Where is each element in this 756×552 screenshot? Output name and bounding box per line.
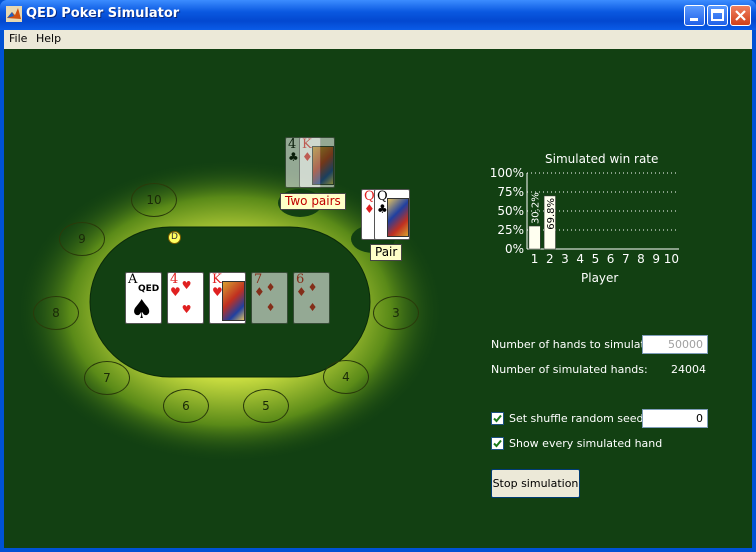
x-tick-label: 3: [561, 252, 569, 266]
x-tick-label: 7: [622, 252, 630, 266]
bar-data-label: 69.8%: [546, 198, 557, 230]
spade-icon: ♠: [130, 295, 154, 324]
seat-7[interactable]: 7: [84, 361, 130, 395]
x-tick-label: 8: [637, 252, 645, 266]
seat-9[interactable]: 9: [59, 222, 105, 256]
king-face-icon: [222, 281, 245, 321]
queen-face-icon: [387, 198, 409, 237]
heart-icon: ♥: [181, 279, 192, 292]
poker-table: [16, 159, 444, 463]
dealer-button: D: [168, 231, 181, 244]
community-card-3: K ♥: [209, 272, 246, 324]
x-tick-label: 9: [652, 252, 660, 266]
player-2-hand-label: Pair: [370, 244, 403, 261]
diamond-icon: ♦: [307, 301, 318, 314]
window-title: QED Poker Simulator: [26, 6, 180, 21]
maximize-button[interactable]: [707, 5, 728, 26]
menu-file[interactable]: File: [9, 32, 27, 45]
close-icon: [735, 10, 746, 21]
card-rank: A: [128, 272, 138, 287]
seat-10[interactable]: 10: [131, 183, 177, 217]
simulator-panel: 10 9 8 7 6 5 4 3 D A QED ♠ 4 ♥ ♥ ♥ K ♥ 7…: [4, 49, 752, 548]
y-tick-label: 0%: [505, 242, 524, 256]
community-card-2: 4 ♥ ♥ ♥: [167, 272, 204, 324]
seat-6[interactable]: 6: [163, 389, 209, 423]
stop-simulation-button[interactable]: Stop simulation: [491, 469, 580, 498]
matlab-icon: [6, 6, 22, 22]
x-tick-label: 6: [607, 252, 615, 266]
menu-help[interactable]: Help: [36, 32, 61, 45]
hands-to-simulate-label: Number of hands to simulate:: [491, 338, 656, 351]
shuffle-seed-input[interactable]: 0: [642, 409, 708, 428]
close-button[interactable]: [730, 5, 751, 26]
shuffle-seed-label: Set shuffle random seed:: [509, 412, 648, 425]
minimize-icon: [690, 18, 698, 21]
seat-8[interactable]: 8: [33, 296, 79, 330]
app-window: QED Poker Simulator File Help 10 9 8 7 6…: [0, 0, 756, 552]
player-1-hand-label: Two pairs: [280, 193, 346, 210]
title-bar[interactable]: QED Poker Simulator: [0, 0, 756, 30]
diamond-icon: ♦: [307, 281, 318, 294]
simulated-hands-value: 24004: [671, 363, 706, 376]
community-card-1: A QED ♠: [125, 272, 162, 324]
y-tick-label: 75%: [497, 185, 524, 199]
menu-bar: File Help: [4, 30, 752, 49]
x-tick-label: 10: [664, 252, 679, 266]
bar-data-label: 30.2%: [531, 192, 542, 224]
minimize-button[interactable]: [684, 5, 705, 26]
seat-5[interactable]: 5: [243, 389, 289, 423]
x-tick-label: 1: [531, 252, 539, 266]
y-tick-label: 50%: [497, 204, 524, 218]
bar-player-1: [528, 225, 541, 250]
diamond-icon: ♦: [265, 301, 276, 314]
player-1-card-2: K ♦: [299, 137, 335, 188]
show-every-hand-checkbox[interactable]: [491, 437, 504, 450]
y-tick-label: 100%: [490, 166, 524, 180]
y-tick-label: 25%: [497, 223, 524, 237]
heart-icon: ♥: [181, 303, 192, 316]
chart-xlabel: Player: [581, 271, 619, 285]
maximize-icon: [711, 9, 724, 21]
show-every-hand-label: Show every simulated hand: [509, 437, 663, 450]
checkmark-icon: [493, 414, 502, 423]
x-tick-label: 2: [546, 252, 554, 266]
simulated-hands-label: Number of simulated hands:: [491, 363, 648, 376]
player-2-card-2: Q ♣: [374, 189, 410, 240]
king-face-icon: [312, 146, 334, 185]
community-card-5: 6 ♦ ♦ ♦: [293, 272, 330, 324]
club-icon: ♣: [288, 150, 299, 164]
x-tick-label: 5: [592, 252, 600, 266]
community-card-4: 7 ♦ ♦ ♦: [251, 272, 288, 324]
checkmark-icon: [493, 439, 502, 448]
card-logo: QED: [138, 284, 160, 294]
x-tick-label: 4: [576, 252, 584, 266]
seat-3[interactable]: 3: [373, 296, 419, 330]
seat-4[interactable]: 4: [323, 360, 369, 394]
diamond-icon: ♦: [265, 281, 276, 294]
hands-to-simulate-input[interactable]: 50000: [642, 335, 708, 354]
shuffle-seed-checkbox[interactable]: [491, 412, 504, 425]
